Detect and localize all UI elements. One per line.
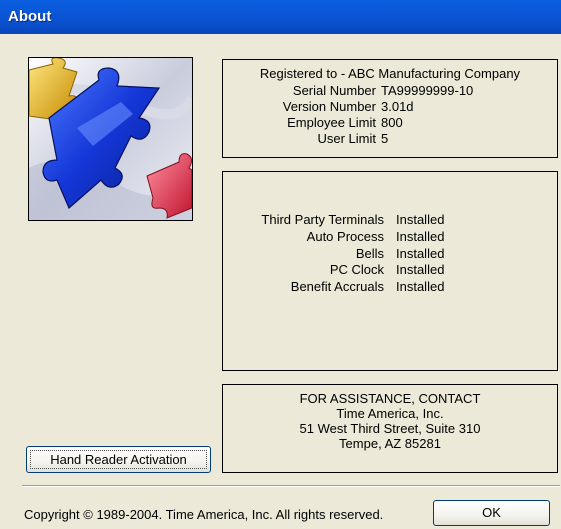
contact-street: 51 West Third Street, Suite 310 xyxy=(299,421,481,436)
title-bar[interactable]: About xyxy=(0,0,561,34)
version-number-label: Version Number xyxy=(282,99,376,114)
serial-number-value: TA99999999-10 xyxy=(381,83,474,98)
feature-row: PC Clock Installed xyxy=(223,262,559,277)
feature-row: Auto Process Installed xyxy=(223,229,559,244)
feature-status: Installed xyxy=(396,229,445,244)
contact-city: Tempe, AZ 85281 xyxy=(339,436,441,451)
feature-row: Third Party Terminals Installed xyxy=(223,212,559,227)
feature-status: Installed xyxy=(396,246,445,261)
focus-rect xyxy=(30,450,207,469)
user-limit-label: User Limit xyxy=(317,131,376,146)
feature-label: Benefit Accruals xyxy=(290,279,384,294)
serial-number-label: Serial Number xyxy=(292,83,376,98)
feature-label: Bells xyxy=(355,246,384,261)
user-limit-row: User Limit 5 xyxy=(223,131,559,146)
puzzle-pieces-logo-icon xyxy=(28,57,193,221)
feature-status: Installed xyxy=(396,262,445,277)
contact-company: Time America, Inc. xyxy=(336,406,444,421)
features-panel: Third Party Terminals Installed Auto Pro… xyxy=(222,171,558,371)
registered-to-text: Registered to - ABC Manufacturing Compan… xyxy=(259,66,521,81)
contact-panel: FOR ASSISTANCE, CONTACT Time America, In… xyxy=(222,384,558,473)
feature-status: Installed xyxy=(396,279,445,294)
registration-panel: Registered to - ABC Manufacturing Compan… xyxy=(222,59,558,158)
feature-label: Third Party Terminals xyxy=(261,212,384,227)
hand-reader-activation-button[interactable]: Hand Reader Activation xyxy=(26,446,211,473)
user-limit-value: 5 xyxy=(381,131,389,146)
version-number-row: Version Number 3.01d xyxy=(223,99,559,114)
feature-row: Benefit Accruals Installed xyxy=(223,279,559,294)
feature-label: Auto Process xyxy=(306,229,384,244)
feature-row: Bells Installed xyxy=(223,246,559,261)
employee-limit-value: 800 xyxy=(381,115,403,130)
feature-label: PC Clock xyxy=(329,262,384,277)
employee-limit-label: Employee Limit xyxy=(287,115,376,130)
version-number-value: 3.01d xyxy=(381,99,414,114)
ok-button[interactable]: OK xyxy=(433,500,550,526)
contact-heading: FOR ASSISTANCE, CONTACT xyxy=(299,391,481,406)
copyright-text: Copyright © 1989-2004. Time America, Inc… xyxy=(24,507,384,522)
feature-status: Installed xyxy=(396,212,445,227)
window-title: About xyxy=(8,8,52,25)
separator xyxy=(22,485,560,487)
employee-limit-row: Employee Limit 800 xyxy=(223,115,559,130)
serial-number-row: Serial Number TA99999999-10 xyxy=(223,83,559,98)
